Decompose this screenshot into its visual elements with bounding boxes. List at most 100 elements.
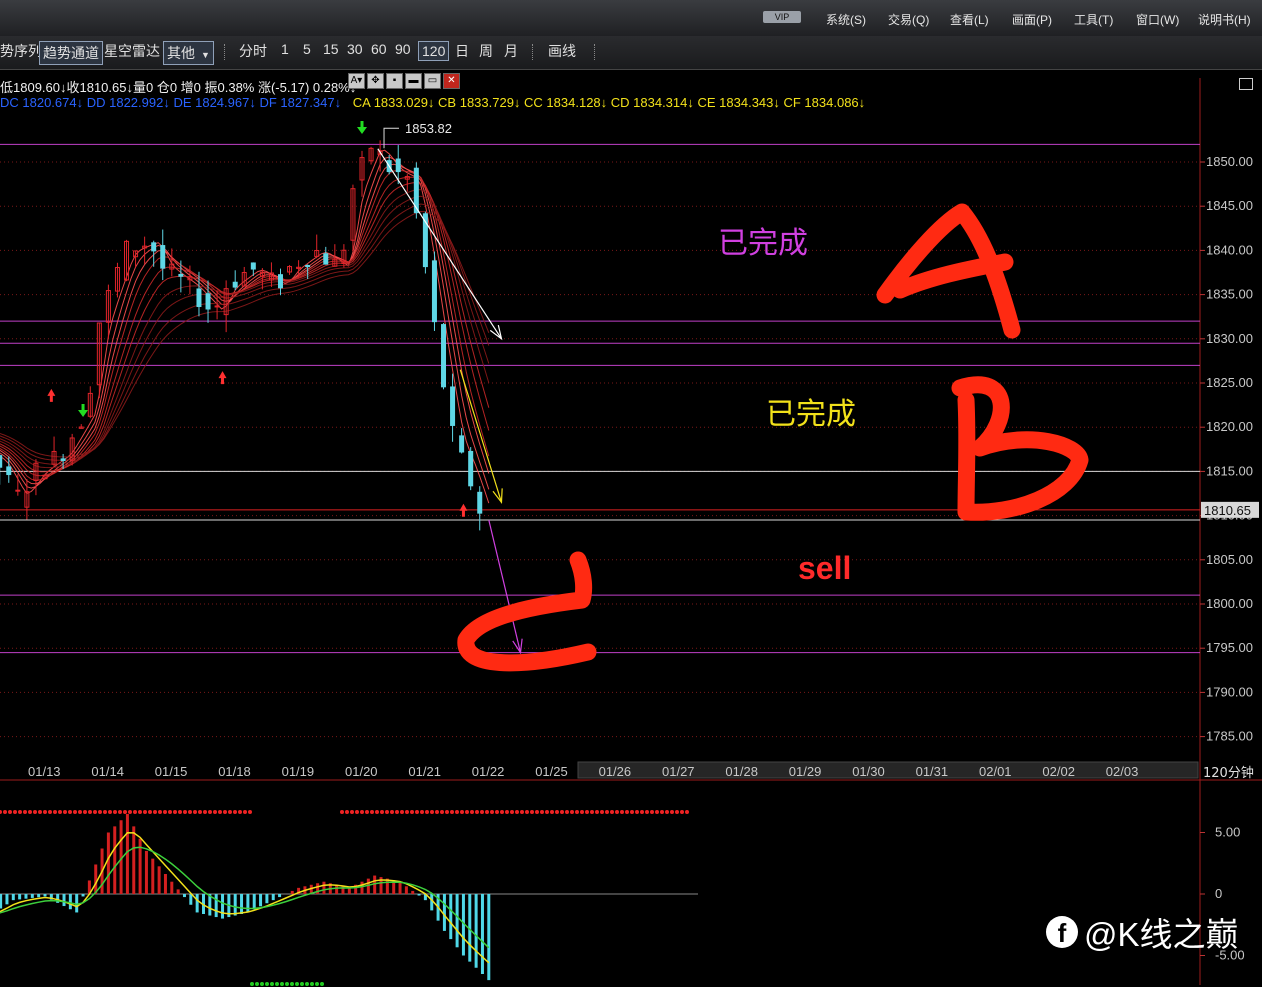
signal-dot (158, 810, 162, 814)
signal-dot (255, 982, 259, 986)
signal-dot (365, 810, 369, 814)
signal-dot (143, 810, 147, 814)
watermark-text: @K线之巅 (1084, 916, 1239, 953)
signal-dot (370, 810, 374, 814)
signal-dot (285, 982, 289, 986)
signal-dot (440, 810, 444, 814)
candle-body (441, 324, 447, 388)
signal-dot (0, 810, 2, 814)
signal-dot (485, 810, 489, 814)
signal-dot (355, 810, 359, 814)
dea-line (0, 846, 490, 949)
signal-dot (113, 810, 117, 814)
signal-dot (660, 810, 664, 814)
signal-dot (560, 810, 564, 814)
signal-dot (620, 810, 624, 814)
signal-dot (183, 810, 187, 814)
signal-dot (420, 810, 424, 814)
signal-dot (550, 810, 554, 814)
y-tick-label: 1845.00 (1206, 198, 1253, 213)
signal-dot (3, 810, 7, 814)
signal-dot (208, 810, 212, 814)
sell-signal-arrow (78, 403, 89, 417)
x-tick-label: 01/21 (408, 764, 441, 779)
signal-dot (238, 810, 242, 814)
signal-dot (435, 810, 439, 814)
signal-dot (213, 810, 217, 814)
signal-dot (270, 982, 274, 986)
signal-dot (153, 810, 157, 814)
signal-dot (233, 810, 237, 814)
candle-body (450, 386, 456, 426)
ma-ribbon-line (0, 203, 490, 461)
candle-body (459, 435, 465, 453)
signal-dot (248, 810, 252, 814)
signal-dot (133, 810, 137, 814)
signal-dot (28, 810, 32, 814)
signal-dot (515, 810, 519, 814)
signal-dot (18, 810, 22, 814)
candle-body (151, 242, 157, 252)
signal-dot (78, 810, 82, 814)
candle-body (323, 253, 329, 265)
signal-dot (315, 982, 319, 986)
signal-dot (655, 810, 659, 814)
signal-dot (555, 810, 559, 814)
candle-body (468, 450, 474, 487)
x-tick-label: 01/20 (345, 764, 378, 779)
signal-dot (228, 810, 232, 814)
candle-body (15, 489, 21, 492)
candle-body (60, 458, 66, 461)
signal-dot (88, 810, 92, 814)
signal-dot (218, 810, 222, 814)
high-label: 1853.82 (405, 121, 452, 136)
signal-dot (595, 810, 599, 814)
signal-dot (495, 810, 499, 814)
x-tick-label: 01/25 (535, 764, 568, 779)
signal-dot (360, 810, 364, 814)
ma-ribbon-line (0, 181, 490, 473)
signal-dot (163, 810, 167, 814)
candle-body (250, 262, 256, 270)
x-tick-label: 02/01 (979, 764, 1012, 779)
signal-dot (405, 810, 409, 814)
signal-dot (13, 810, 17, 814)
signal-dot (430, 810, 434, 814)
signal-dot (58, 810, 62, 814)
signal-dot (290, 982, 294, 986)
watermark: f @K线之巅 (1046, 908, 1239, 956)
signal-dot (455, 810, 459, 814)
signal-dot (250, 982, 254, 986)
signal-dot (565, 810, 569, 814)
dif-line (0, 832, 490, 964)
buy-signal-arrow (459, 503, 468, 517)
signal-dot (350, 810, 354, 814)
candle-body (232, 281, 238, 288)
signal-dot (48, 810, 52, 814)
signal-dot (450, 810, 454, 814)
x-tick-label: 01/19 (282, 764, 315, 779)
kline-chart[interactable]: 1850.00 1845.00 1840.00 1835.00 1830.00 1825.… (0, 0, 1262, 987)
signal-dot (585, 810, 589, 814)
signal-dot (685, 810, 689, 814)
signal-dot (33, 810, 37, 814)
buy-signal-arrow (47, 388, 56, 402)
signal-dot (675, 810, 679, 814)
buy-signal-arrow (218, 371, 227, 385)
y-tick-label: 1795.00 (1206, 640, 1253, 655)
signal-dot (223, 810, 227, 814)
candle-body (214, 305, 220, 308)
candle-body (305, 265, 311, 268)
candle-body (160, 245, 166, 269)
signal-dot (530, 810, 534, 814)
signal-dot (490, 810, 494, 814)
y-tick-label: 1850.00 (1206, 154, 1253, 169)
signal-dot (168, 810, 172, 814)
hand-letter-b (951, 376, 1089, 521)
signal-dot (198, 810, 202, 814)
signal-dot (340, 810, 344, 814)
signal-dot (540, 810, 544, 814)
signal-dot (68, 810, 72, 814)
signal-dot (665, 810, 669, 814)
candle-body (196, 288, 202, 308)
